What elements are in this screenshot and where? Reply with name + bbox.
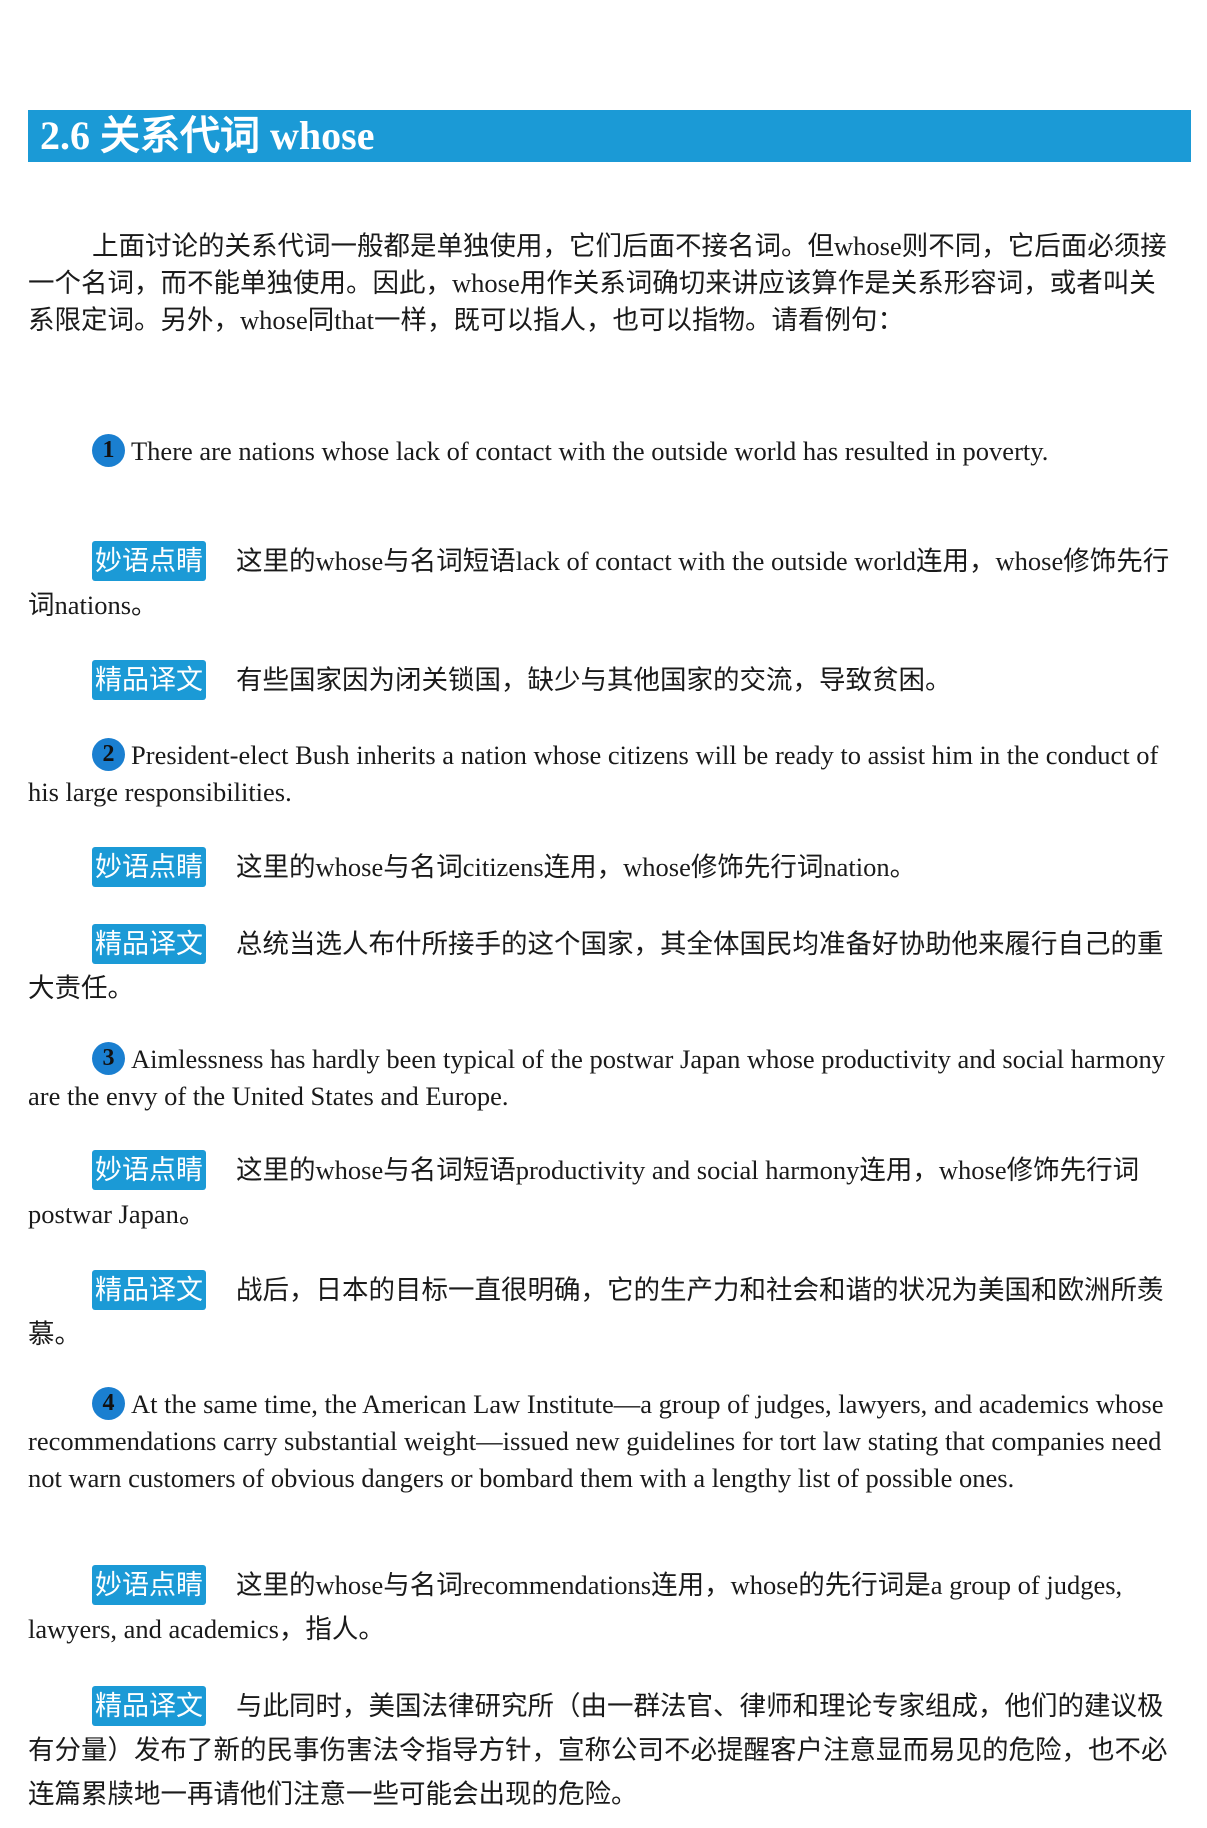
note-text: 这里的whose与名词citizens连用，whose修饰先行词nation。 (236, 852, 917, 882)
translation-paragraph: 精品译文 与此同时，美国法律研究所（由一群法官、律师和理论专家组成，他们的建议极有… (28, 1684, 1180, 1816)
translation-label: 精品译文 (92, 1686, 206, 1726)
translation-paragraph: 精品译文 总统当选人布什所接手的这个国家，其全体国民均准备好协助他来履行自己的重大… (28, 922, 1180, 1010)
example-text: Aimlessness has hardly been typical of t… (28, 1044, 1165, 1112)
example-sentence: 3 Aimlessness has hardly been typical of … (28, 1041, 1180, 1115)
translation-paragraph: 精品译文 有些国家因为闭关锁国，缺少与其他国家的交流，导致贫困。 (28, 658, 1180, 702)
note-label: 妙语点睛 (92, 541, 206, 581)
note-paragraph: 妙语点睛 这里的whose与名词recommendations连用，whose的先… (28, 1563, 1180, 1651)
translation-label: 精品译文 (92, 1270, 206, 1310)
example-text: President-elect Bush inherits a nation w… (28, 740, 1159, 808)
example-text: There are nations whose lack of contact … (131, 436, 1049, 466)
translation-label: 精品译文 (92, 924, 206, 964)
intro-paragraph: 上面讨论的关系代词一般都是单独使用，它们后面不接名词。但whose则不同，它后面… (28, 231, 1167, 335)
example-sentence: 4 At the same time, the American Law Inst… (28, 1386, 1180, 1497)
example-sentence: 1 There are nations whose lack of contact… (28, 433, 1180, 470)
example-number-badge: 3 (92, 1042, 125, 1076)
example-sentence: 2 President-elect Bush inherits a nation … (28, 737, 1180, 811)
translation-label: 精品译文 (92, 660, 206, 700)
translation-text: 有些国家因为闭关锁国，缺少与其他国家的交流，导致贫困。 (236, 665, 952, 695)
note-paragraph: 妙语点睛 这里的whose与名词citizens连用，whose修饰先行词nati… (28, 845, 1180, 889)
note-label: 妙语点睛 (92, 847, 206, 887)
note-paragraph: 妙语点睛 这里的whose与名词短语productivity and social… (28, 1148, 1180, 1236)
note-label: 妙语点睛 (92, 1150, 206, 1190)
example-text: At the same time, the American Law Insti… (28, 1389, 1164, 1494)
section-heading: 2.6 关系代词 whose (28, 110, 1191, 162)
example-number-badge: 4 (92, 1387, 125, 1421)
example-number-badge: 1 (92, 434, 125, 468)
document-page: 2.6 关系代词 whose 上面讨论的关系代词一般都是单独使用，它们后面不接名… (0, 0, 1207, 1828)
example-number-badge: 2 (92, 738, 125, 772)
note-label: 妙语点睛 (92, 1565, 206, 1605)
translation-paragraph: 精品译文 战后，日本的目标一直很明确，它的生产力和社会和谐的状况为美国和欧洲所羡慕… (28, 1268, 1180, 1356)
note-paragraph: 妙语点睛 这里的whose与名词短语lack of contact with th… (28, 539, 1180, 627)
